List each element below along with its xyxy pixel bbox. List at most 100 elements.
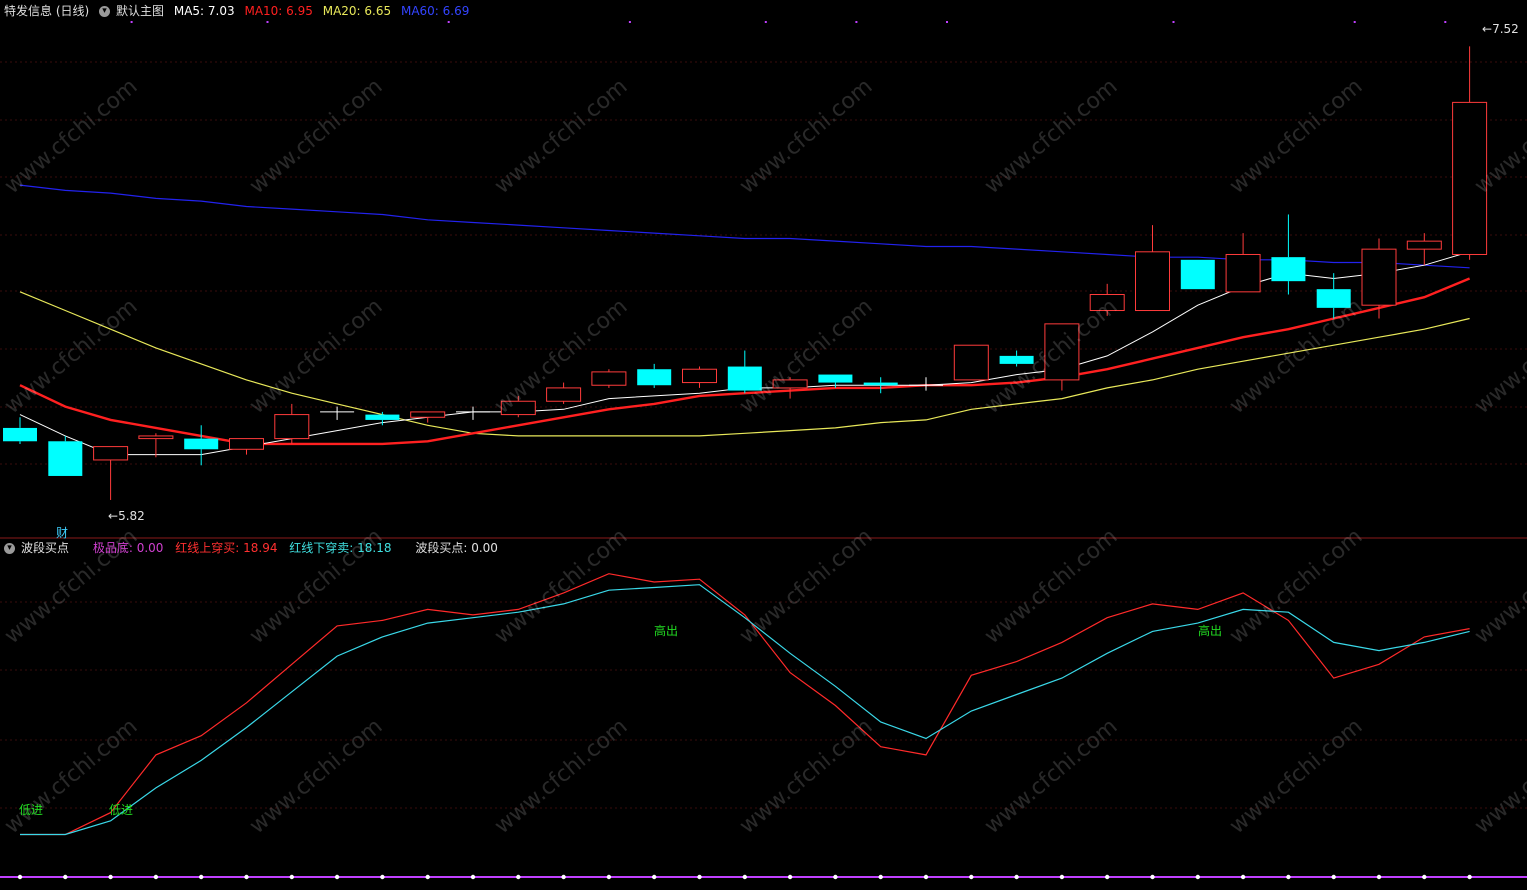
candle-body bbox=[863, 382, 898, 386]
candle bbox=[1180, 259, 1215, 290]
candle bbox=[3, 417, 37, 444]
signal-dot bbox=[1105, 874, 1110, 880]
ma60-legend: MA60: 6.69 bbox=[400, 4, 470, 18]
candle-body bbox=[1316, 289, 1351, 308]
candle-body bbox=[1271, 257, 1306, 282]
signal-dot bbox=[833, 874, 838, 880]
candle bbox=[274, 403, 310, 444]
signal-dot bbox=[108, 874, 113, 880]
purple-tick bbox=[764, 21, 767, 23]
indicator-name[interactable]: 波段买点 bbox=[21, 541, 69, 555]
candle-body bbox=[591, 371, 627, 386]
candle-body bbox=[3, 427, 37, 442]
candle bbox=[727, 350, 762, 394]
candle-body bbox=[727, 366, 762, 391]
signal-dot bbox=[1286, 874, 1291, 880]
signal-dot bbox=[606, 874, 612, 880]
candle bbox=[863, 377, 898, 394]
candle-body bbox=[184, 438, 219, 450]
signal-dot bbox=[561, 874, 566, 880]
moving-average-lines bbox=[19, 184, 1471, 456]
candle-body bbox=[637, 369, 672, 386]
candle-body bbox=[546, 387, 582, 402]
ma10-legend: MA10: 6.95 bbox=[244, 4, 313, 18]
candle bbox=[546, 382, 582, 404]
candle-body bbox=[953, 344, 989, 381]
signal-dot bbox=[199, 874, 204, 880]
indicator-header: ▾ 波段买点 极品底: 0.00 红线上穿买: 18.94 红线下穿卖: 18.1… bbox=[4, 537, 504, 559]
candle bbox=[637, 363, 672, 388]
signal-dot bbox=[63, 874, 68, 880]
purple-tick bbox=[628, 21, 631, 23]
candle-body bbox=[1225, 253, 1261, 293]
main-chart-header: 特发信息 (日线) ▾ 默认主图 MA5: 7.03 MA10: 6.95 MA2… bbox=[4, 0, 475, 22]
purple-tick bbox=[1444, 21, 1447, 23]
candle-body bbox=[274, 414, 310, 440]
signal-dot bbox=[787, 874, 793, 880]
indicator-red-line bbox=[20, 573, 1470, 836]
candle-body bbox=[410, 411, 446, 418]
candle-body bbox=[138, 435, 174, 440]
candle bbox=[500, 395, 536, 418]
candle bbox=[184, 425, 219, 466]
signal-dot bbox=[697, 874, 702, 880]
candle bbox=[48, 435, 83, 476]
signal-dot bbox=[652, 874, 657, 880]
candle bbox=[1406, 233, 1442, 266]
high-price-label: ←7.52 bbox=[1482, 22, 1519, 36]
candle bbox=[772, 377, 808, 399]
candle bbox=[682, 366, 717, 388]
signal-dot bbox=[878, 874, 883, 880]
signal-dot bbox=[1467, 874, 1472, 880]
candle bbox=[591, 369, 627, 388]
signal-high-1: 高出 bbox=[654, 624, 679, 638]
candle bbox=[93, 446, 129, 500]
hongxian-down-legend: 红线下穿卖: 18.18 bbox=[289, 541, 392, 555]
candle bbox=[1089, 283, 1125, 316]
candle bbox=[1225, 233, 1261, 293]
candle-body bbox=[818, 374, 853, 383]
chart-canvas bbox=[0, 21, 1527, 880]
signal-dot bbox=[969, 874, 974, 880]
chevron-down-icon[interactable]: ▾ bbox=[99, 6, 111, 17]
candle-body bbox=[93, 446, 129, 461]
candle bbox=[365, 411, 400, 426]
candle-body bbox=[1180, 259, 1215, 290]
signal-high-2: 高出 bbox=[1198, 624, 1223, 638]
candle bbox=[1316, 273, 1351, 319]
main-chart-menu[interactable]: 默认主图 bbox=[116, 4, 164, 18]
candle bbox=[138, 433, 174, 458]
candle bbox=[320, 406, 355, 420]
candle bbox=[999, 350, 1034, 367]
signal-dot bbox=[1376, 874, 1382, 880]
candle bbox=[410, 411, 446, 423]
candle-body bbox=[999, 355, 1034, 364]
low-price-label: ←5.82 bbox=[108, 509, 145, 523]
signal-dot bbox=[1059, 874, 1065, 880]
signal-dot bbox=[289, 874, 294, 880]
purple-tick bbox=[855, 21, 858, 23]
signal-dot bbox=[742, 874, 747, 880]
signal-dot bbox=[923, 874, 929, 880]
candle-body bbox=[1135, 251, 1170, 312]
candle-body bbox=[1044, 323, 1080, 381]
stock-title[interactable]: 特发信息 (日线) bbox=[4, 4, 89, 18]
cai-marker: 财 bbox=[56, 526, 69, 540]
signal-low-2: 低进 bbox=[109, 803, 134, 817]
candle bbox=[1044, 323, 1080, 391]
signal-dot bbox=[153, 874, 159, 880]
signal-dot bbox=[470, 874, 476, 880]
ma5-legend: MA5: 7.03 bbox=[173, 4, 235, 18]
candle bbox=[1271, 214, 1306, 295]
signal-low-1: 低进 bbox=[19, 803, 44, 817]
candle-body bbox=[365, 414, 400, 420]
jipindi-legend: 极品底: 0.00 bbox=[92, 541, 164, 555]
signal-dot bbox=[334, 874, 340, 880]
candle-body bbox=[229, 438, 264, 450]
candle-body bbox=[682, 368, 717, 384]
candle bbox=[1452, 46, 1488, 260]
signal-dot bbox=[244, 874, 249, 880]
chevron-down-icon[interactable]: ▾ bbox=[4, 543, 15, 554]
candle bbox=[229, 438, 264, 455]
signal-dot bbox=[1331, 874, 1336, 880]
